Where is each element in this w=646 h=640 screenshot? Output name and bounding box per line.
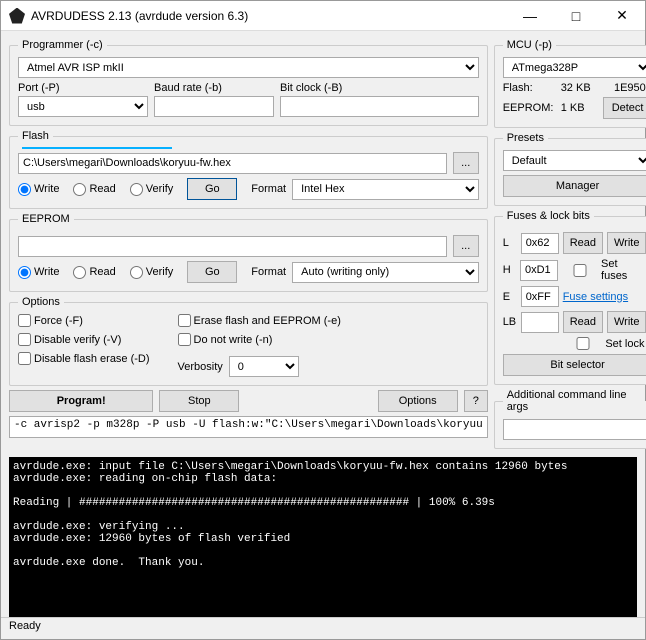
verbosity-select[interactable]: 0 [229, 356, 299, 377]
set-lock-checkbox[interactable]: Set lock [564, 337, 644, 350]
fuse-lb-label: LB [503, 316, 517, 328]
eeprom-write-radio[interactable]: Write [18, 266, 59, 279]
lock-read-button[interactable]: Read [563, 311, 603, 333]
maximize-button[interactable]: □ [553, 1, 599, 31]
bitclock-input[interactable] [280, 96, 479, 117]
mcu-select[interactable]: ATmega328P [503, 57, 646, 78]
presets-manager-button[interactable]: Manager [503, 175, 646, 197]
eeprom-read-radio[interactable]: Read [73, 266, 115, 279]
port-label: Port (-P) [18, 82, 148, 94]
fuse-l-label: L [503, 237, 517, 249]
addl-args-input[interactable] [503, 419, 646, 440]
presets-legend: Presets [503, 132, 548, 144]
options-button[interactable]: Options [378, 390, 458, 412]
fuse-e-label: E [503, 291, 517, 303]
flash-format-select[interactable]: Intel Hex [292, 179, 479, 200]
eeprom-path-input[interactable] [18, 236, 447, 257]
flash-read-radio[interactable]: Read [73, 183, 115, 196]
flash-format-label: Format [251, 183, 286, 195]
eeprom-format-label: Format [251, 266, 286, 278]
fuse-read-button[interactable]: Read [563, 232, 603, 254]
mcu-flash-size: 32 KB [561, 82, 599, 94]
mcu-group: MCU (-p) ATmega328P Flash: 32 KB 1E950F … [494, 39, 646, 128]
lock-write-button[interactable]: Write [607, 311, 646, 333]
status-bar: Ready [1, 617, 645, 639]
disable-verify-checkbox[interactable]: Disable verify (-V) [18, 333, 150, 346]
mcu-signature: 1E950F [603, 82, 646, 94]
bitclock-label: Bit clock (-B) [280, 82, 479, 94]
flash-path-input[interactable] [18, 153, 447, 174]
fuses-legend: Fuses & lock bits [503, 210, 594, 222]
programmer-legend: Programmer (-c) [18, 39, 107, 51]
options-group: Options Force (-F) Disable verify (-V) D… [9, 296, 488, 386]
fuse-l-input[interactable] [521, 233, 559, 254]
fuse-lb-input[interactable] [521, 312, 559, 333]
fuse-h-input[interactable] [520, 260, 558, 281]
mcu-legend: MCU (-p) [503, 39, 556, 51]
baud-label: Baud rate (-b) [154, 82, 274, 94]
donotwrite-checkbox[interactable]: Do not write (-n) [178, 333, 341, 346]
bit-selector-button[interactable]: Bit selector [503, 354, 646, 376]
addl-args-legend: Additional command line args [503, 389, 646, 413]
help-button[interactable]: ? [464, 390, 488, 412]
fuse-settings-link[interactable]: Fuse settings [563, 291, 628, 303]
stop-button[interactable]: Stop [159, 390, 239, 412]
flash-go-button[interactable]: Go [187, 178, 237, 200]
presets-select[interactable]: Default [503, 150, 646, 171]
minimize-button[interactable]: ― [507, 1, 553, 31]
presets-group: Presets Default Manager [494, 132, 646, 206]
flash-group: Flash ... Write Read Verify Go Format In… [9, 130, 488, 209]
detect-button[interactable]: Detect [603, 97, 646, 119]
console-output: avrdude.exe: input file C:\Users\megari\… [9, 457, 637, 617]
eeprom-go-button[interactable]: Go [187, 261, 237, 283]
port-select[interactable]: usb [18, 96, 148, 117]
fuse-write-button[interactable]: Write [607, 232, 646, 254]
eeprom-format-select[interactable]: Auto (writing only) [292, 262, 479, 283]
disable-flash-erase-checkbox[interactable]: Disable flash erase (-D) [18, 352, 150, 365]
fuse-e-input[interactable] [521, 286, 559, 307]
mcu-eeprom-label: EEPROM: [503, 102, 557, 114]
flash-write-radio[interactable]: Write [18, 183, 59, 196]
eeprom-group: EEPROM ... Write Read Verify Go Format A… [9, 213, 488, 292]
programmer-group: Programmer (-c) Atmel AVR ISP mkII Port … [9, 39, 488, 126]
close-button[interactable]: ✕ [599, 1, 645, 31]
eeprom-browse-button[interactable]: ... [453, 235, 479, 257]
flash-verify-radio[interactable]: Verify [130, 183, 174, 196]
cmdline-display: -c avrisp2 -p m328p -P usb -U flash:w:"C… [9, 416, 488, 438]
fuses-group: Fuses & lock bits L Read Write H Set fus… [494, 210, 646, 385]
flash-legend: Flash [18, 130, 53, 142]
options-legend: Options [18, 296, 64, 308]
programmer-select[interactable]: Atmel AVR ISP mkII [18, 57, 479, 78]
fuse-h-label: H [503, 264, 516, 276]
window-title: AVRDUDESS 2.13 (avrdude version 6.3) [31, 9, 507, 23]
addl-args-group: Additional command line args [494, 389, 646, 449]
flash-browse-button[interactable]: ... [453, 152, 479, 174]
erase-checkbox[interactable]: Erase flash and EEPROM (-e) [178, 314, 341, 327]
set-fuses-checkbox[interactable]: Set fuses [562, 258, 645, 282]
eeprom-verify-radio[interactable]: Verify [130, 266, 174, 279]
mcu-flash-label: Flash: [503, 82, 557, 94]
titlebar: AVRDUDESS 2.13 (avrdude version 6.3) ― □… [1, 1, 645, 31]
mcu-eeprom-size: 1 KB [561, 102, 599, 114]
eeprom-legend: EEPROM [18, 213, 74, 225]
force-checkbox[interactable]: Force (-F) [18, 314, 150, 327]
program-button[interactable]: Program! [9, 390, 153, 412]
baud-input[interactable] [154, 96, 274, 117]
app-icon [9, 8, 25, 24]
verbosity-label: Verbosity [178, 361, 223, 373]
